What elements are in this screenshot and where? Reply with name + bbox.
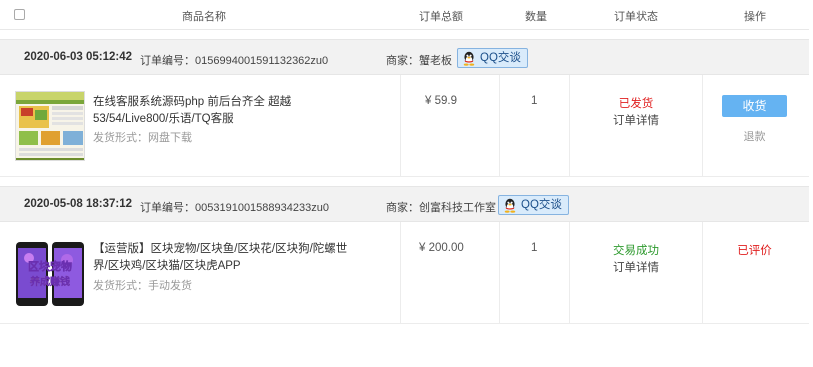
website-screenshot-image bbox=[16, 92, 84, 160]
qq-chat-label: QQ交谈 bbox=[480, 52, 521, 64]
select-all-checkbox[interactable] bbox=[14, 9, 25, 20]
order-quantity: 1 bbox=[531, 95, 538, 107]
order-date: 2020-06-03 05:12:42 bbox=[24, 51, 133, 63]
qq-penguin-icon bbox=[462, 51, 476, 66]
product-thumbnail[interactable] bbox=[15, 91, 85, 161]
thumb-title-line2: 养成赚钱 bbox=[29, 275, 70, 288]
reviewed-status-link[interactable]: 已评价 bbox=[722, 242, 787, 258]
qq-chat-button[interactable]: QQ交谈 bbox=[498, 195, 569, 215]
refund-link[interactable]: 退款 bbox=[722, 128, 787, 144]
qq-penguin-icon bbox=[503, 198, 517, 213]
col-order-status: 订单状态 bbox=[614, 11, 658, 23]
order-quantity: 1 bbox=[531, 242, 538, 254]
col-product-name: 商品名称 bbox=[182, 11, 226, 23]
order-header: 2020-05-08 18:37:12 订单编号：005319100158893… bbox=[0, 186, 809, 222]
order-date: 2020-05-08 18:37:12 bbox=[24, 198, 133, 210]
order-number: 订单编号：0156994001591132362zu0 bbox=[140, 55, 329, 67]
order-detail-link[interactable]: 订单详情 bbox=[605, 112, 667, 128]
divider bbox=[569, 222, 570, 324]
qq-chat-button[interactable]: QQ交谈 bbox=[457, 48, 528, 68]
col-actions: 操作 bbox=[744, 11, 766, 23]
col-order-total: 订单总额 bbox=[419, 11, 463, 23]
order-price: ¥ 200.00 bbox=[419, 242, 464, 254]
order-table-header: 商品名称 订单总额 数量 订单状态 操作 bbox=[0, 0, 809, 30]
divider bbox=[499, 222, 500, 324]
qq-chat-label: QQ交谈 bbox=[521, 199, 562, 211]
shipping-method: 发货形式：手动发货 bbox=[93, 280, 192, 292]
seller-name: 商家：蟹老板 bbox=[386, 55, 452, 67]
thumb-title-line1: 区块宠物 bbox=[28, 259, 72, 273]
divider bbox=[400, 222, 401, 324]
order-status: 交易成功 bbox=[613, 245, 659, 257]
confirm-receipt-button[interactable]: 收货 bbox=[722, 95, 787, 117]
col-quantity: 数量 bbox=[525, 11, 547, 23]
divider bbox=[702, 75, 703, 177]
divider bbox=[702, 222, 703, 324]
divider bbox=[400, 75, 401, 177]
order-header: 2020-06-03 05:12:42 订单编号：015699400159113… bbox=[0, 39, 809, 75]
order-row: 区块宠物 养成赚钱 【运营版】区块宠物/区块鱼/区块花/区块狗/陀螺世界/区块鸡… bbox=[0, 222, 809, 324]
order-number: 订单编号：0053191001588934233zu0 bbox=[140, 202, 329, 214]
order-status: 已发货 bbox=[618, 98, 654, 110]
order-price: ¥ 59.9 bbox=[425, 95, 457, 107]
order-row: 在线客服系统源码php 前后台齐全 超越53/54/Live800/乐语/TQ客… bbox=[0, 75, 809, 177]
shipping-method: 发货形式：网盘下载 bbox=[93, 132, 192, 144]
divider bbox=[499, 75, 500, 177]
order-detail-link[interactable]: 订单详情 bbox=[605, 259, 667, 275]
divider bbox=[569, 75, 570, 177]
seller-name: 商家：创富科技工作室 bbox=[386, 202, 496, 214]
product-name-link[interactable]: 在线客服系统源码php 前后台齐全 超越53/54/Live800/乐语/TQ客… bbox=[93, 94, 358, 128]
app-phones-image: 区块宠物 养成赚钱 bbox=[15, 238, 85, 308]
product-thumbnail[interactable]: 区块宠物 养成赚钱 bbox=[15, 238, 85, 308]
product-name-link[interactable]: 【运营版】区块宠物/区块鱼/区块花/区块狗/陀螺世界/区块鸡/区块猫/区块虎AP… bbox=[93, 241, 358, 275]
